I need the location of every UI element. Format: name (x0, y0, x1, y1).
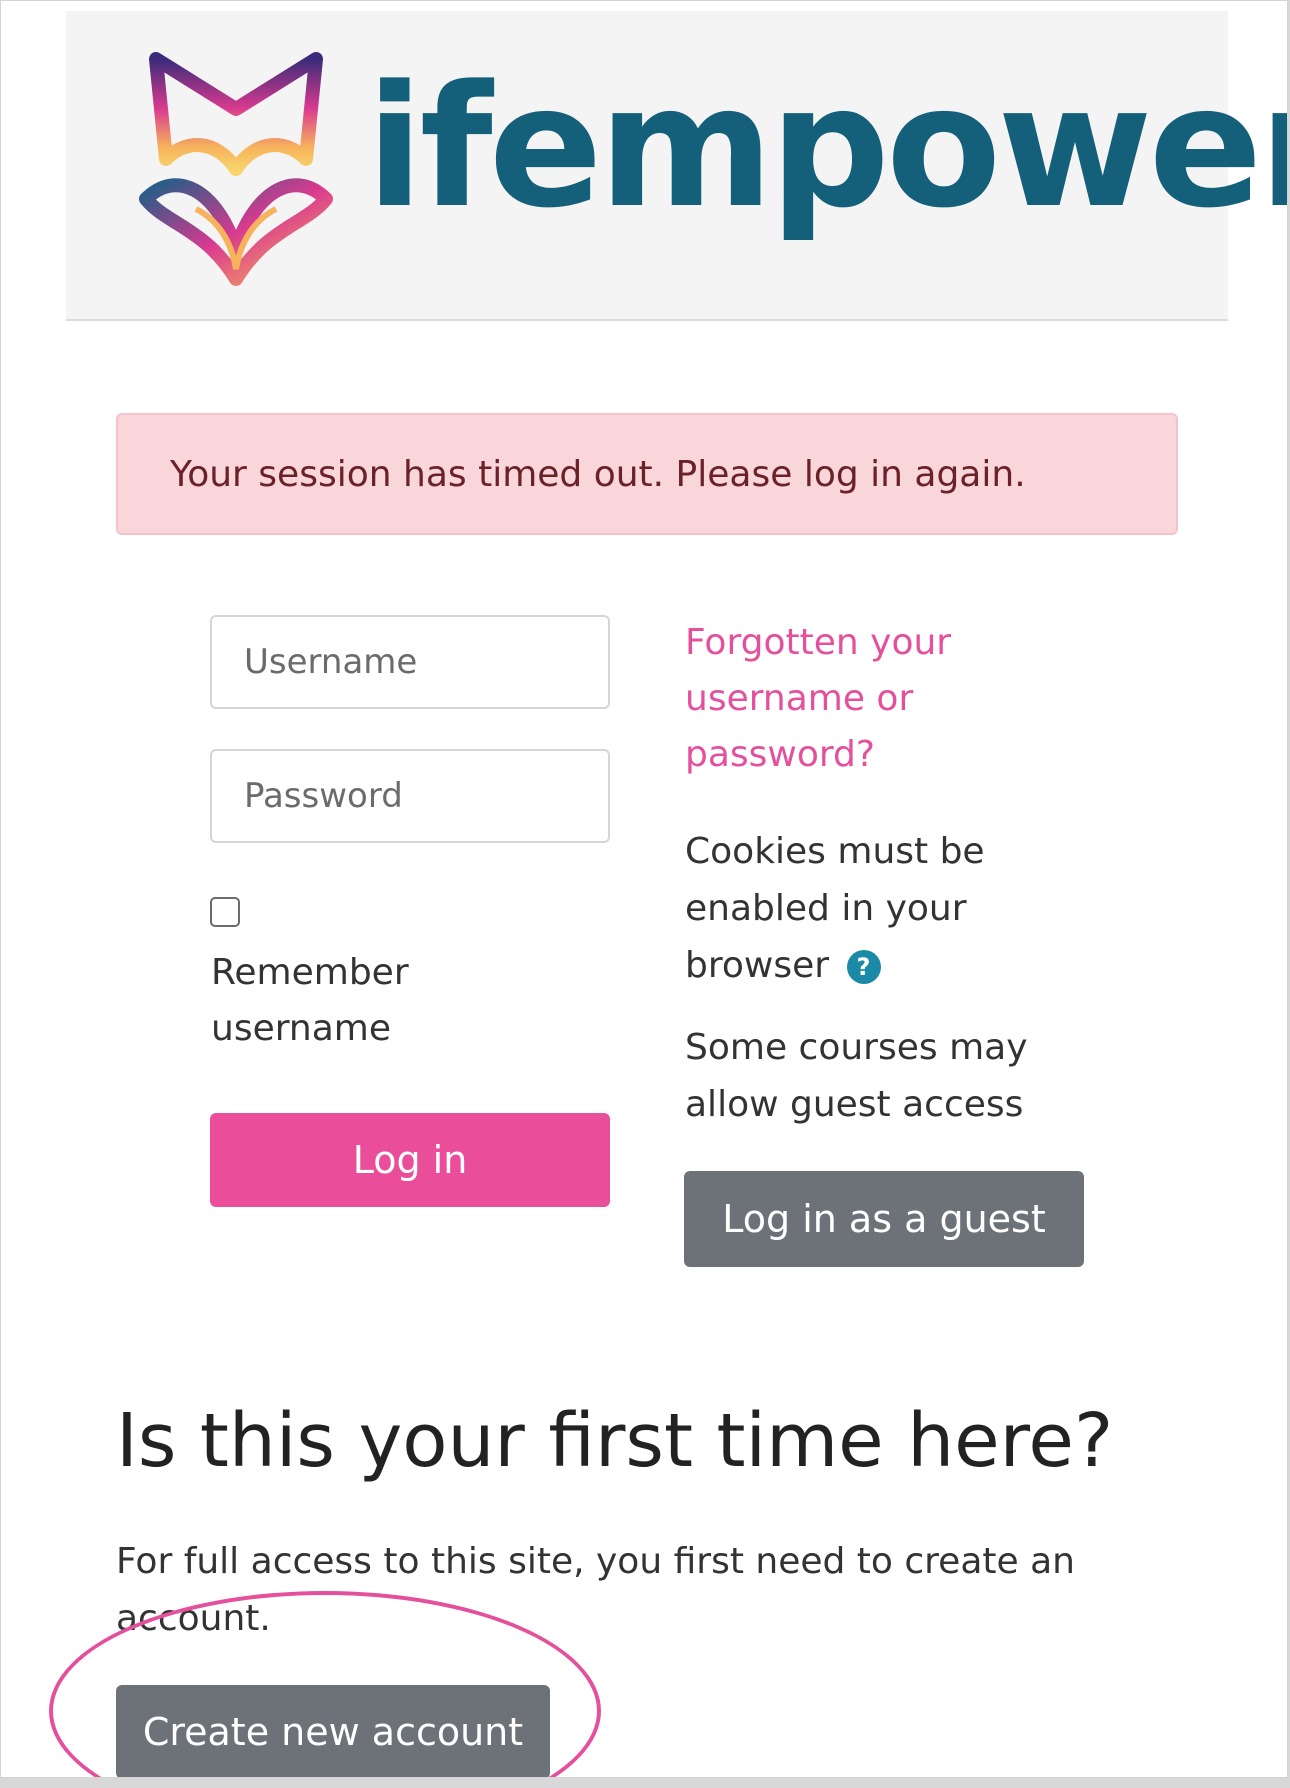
ifempower-logo-icon (139, 52, 333, 286)
question-circle-icon[interactable]: ? (846, 950, 881, 984)
first-time-heading: Is this your first time here? (116, 1398, 1114, 1484)
login-button[interactable]: Log in (210, 1113, 610, 1207)
login-as-guest-button[interactable]: Log in as a guest (684, 1171, 1084, 1267)
cookies-notice-text: Cookies must be enabled in your browser (685, 831, 985, 986)
remember-username-checkbox[interactable] (210, 897, 240, 927)
session-timeout-alert: Your session has timed out. Please log i… (116, 413, 1178, 535)
username-input[interactable] (210, 615, 610, 709)
signup-description: For full access to this site, you first … (116, 1541, 1075, 1639)
login-page: ifempower Your session has timed out. Pl… (0, 0, 1288, 1778)
forgot-password-link[interactable]: Forgotten your username or password? (685, 615, 1025, 783)
cookies-notice: Cookies must be enabled in your browser … (685, 823, 1065, 994)
create-new-account-button[interactable]: Create new account (116, 1685, 550, 1777)
alert-message: Your session has timed out. Please log i… (170, 453, 1026, 495)
brand-name: ifempower (366, 49, 1288, 245)
password-input[interactable] (210, 749, 610, 843)
logo-banner: ifempower (66, 11, 1287, 321)
guest-access-text: Some courses may allow guest access (685, 1027, 1028, 1125)
remember-username-label: Remember username (211, 952, 409, 1049)
